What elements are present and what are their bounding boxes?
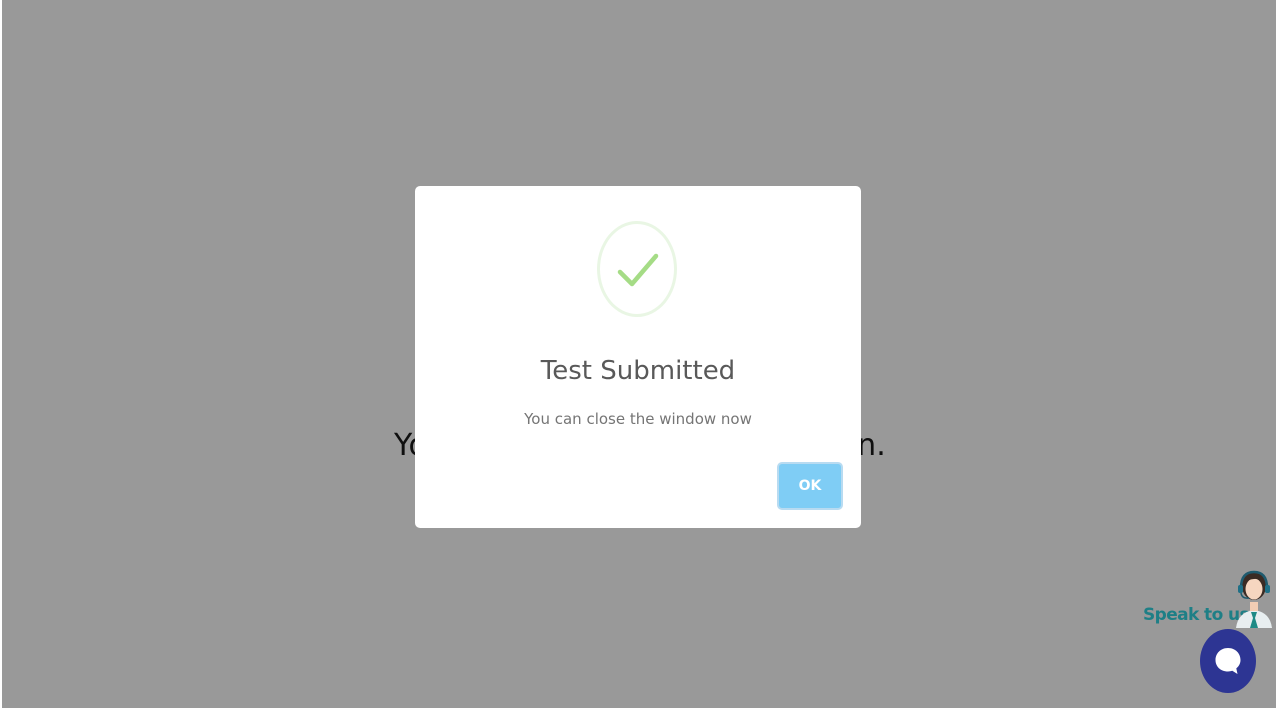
chat-bubble-icon [1215,648,1241,674]
chat-button[interactable] [1200,629,1256,693]
page-edge [1276,0,1280,708]
checkmark-icon [597,221,677,317]
success-dialog: Test Submitted You can close the window … [415,186,861,528]
ok-button[interactable]: OK [777,462,843,510]
support-agent-icon[interactable] [1232,568,1276,628]
page-edge [0,0,2,708]
dialog-message: You can close the window now [524,410,752,428]
dialog-title: Test Submitted [540,356,736,386]
